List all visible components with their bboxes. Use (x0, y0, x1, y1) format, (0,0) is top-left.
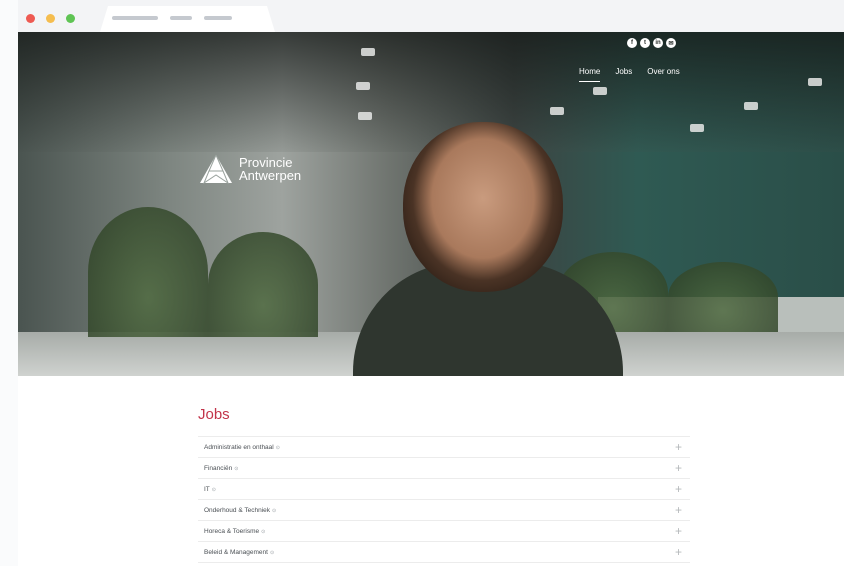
tab-placeholder-text (112, 16, 232, 20)
logo-line-2: Antwerpen (239, 168, 302, 183)
ceiling-light (808, 78, 822, 86)
job-category-label: Horeca & Toerisme ⊙ (204, 527, 266, 535)
ceiling-light (690, 124, 704, 132)
job-category-row[interactable]: Beleid & Management ⊙ + (198, 541, 690, 562)
nav-jobs[interactable]: Jobs (615, 67, 632, 82)
tab-title-placeholder (170, 16, 192, 20)
ceiling-light (356, 82, 370, 90)
job-category-label: Financiën ⊙ (204, 464, 239, 472)
facebook-icon[interactable]: f (627, 38, 637, 48)
job-category-row-partial[interactable] (198, 562, 690, 572)
person-portrait (403, 122, 563, 292)
expand-plus-icon[interactable]: + (675, 441, 682, 453)
hero-ceiling (18, 32, 844, 152)
page-background (0, 0, 18, 566)
job-category-label: Administratie en onthaal ⊙ (204, 443, 280, 451)
main-nav: Home Jobs Over ons (579, 67, 680, 82)
external-link-icon: ⊙ (234, 465, 239, 472)
job-category-label: Beleid & Management ⊙ (204, 548, 275, 556)
close-window-button[interactable] (26, 14, 35, 23)
nav-home[interactable]: Home (579, 67, 601, 82)
office-plant (88, 207, 208, 337)
ceiling-light (358, 112, 372, 120)
expand-plus-icon[interactable]: + (675, 483, 682, 495)
external-link-icon: ⊙ (261, 528, 266, 535)
logo-triangle-icon (200, 154, 232, 184)
expand-plus-icon[interactable]: + (675, 462, 682, 474)
mail-icon[interactable]: ✉ (666, 38, 676, 48)
hero-banner: f t in ✉ Home Jobs Over ons Provincie An… (18, 32, 844, 376)
job-category-label: IT ⊙ (204, 485, 216, 493)
external-link-icon: ⊙ (269, 549, 275, 556)
ceiling-light (550, 107, 564, 115)
minimize-window-button[interactable] (46, 14, 55, 23)
expand-plus-icon[interactable]: + (675, 546, 682, 558)
expand-plus-icon[interactable]: + (675, 525, 682, 537)
linkedin-icon[interactable]: in (653, 38, 663, 48)
external-link-icon: ⊙ (211, 486, 216, 493)
ceiling-light (361, 48, 375, 56)
tab-title-placeholder (204, 16, 232, 20)
job-category-row[interactable]: IT ⊙ + (198, 478, 690, 499)
site-logo[interactable]: Provincie Antwerpen (199, 154, 301, 184)
job-category-row[interactable]: Administratie en onthaal ⊙ + (198, 436, 690, 457)
job-category-row[interactable]: Financiën ⊙ + (198, 457, 690, 478)
office-plant (208, 232, 318, 337)
tab-title-placeholder (112, 16, 158, 20)
nav-over-ons[interactable]: Over ons (647, 67, 679, 82)
job-category-label: Onderhoud & Techniek ⊙ (204, 506, 277, 514)
job-category-row[interactable]: Onderhoud & Techniek ⊙ + (198, 499, 690, 520)
ceiling-light (593, 87, 607, 95)
external-link-icon: ⊙ (275, 444, 280, 451)
jobs-accordion: Administratie en onthaal ⊙ + Financiën ⊙ +… (198, 436, 690, 572)
window-controls (26, 14, 75, 23)
maximize-window-button[interactable] (66, 14, 75, 23)
external-link-icon: ⊙ (272, 507, 277, 514)
social-links: f t in ✉ (627, 38, 676, 48)
office-plant (668, 262, 778, 332)
job-category-row[interactable]: Horeca & Toerisme ⊙ + (198, 520, 690, 541)
logo-wordmark: Provincie Antwerpen (239, 156, 301, 182)
twitter-icon[interactable]: t (640, 38, 650, 48)
ceiling-light (744, 102, 758, 110)
expand-plus-icon[interactable]: + (675, 504, 682, 516)
jobs-heading: Jobs (198, 406, 230, 423)
